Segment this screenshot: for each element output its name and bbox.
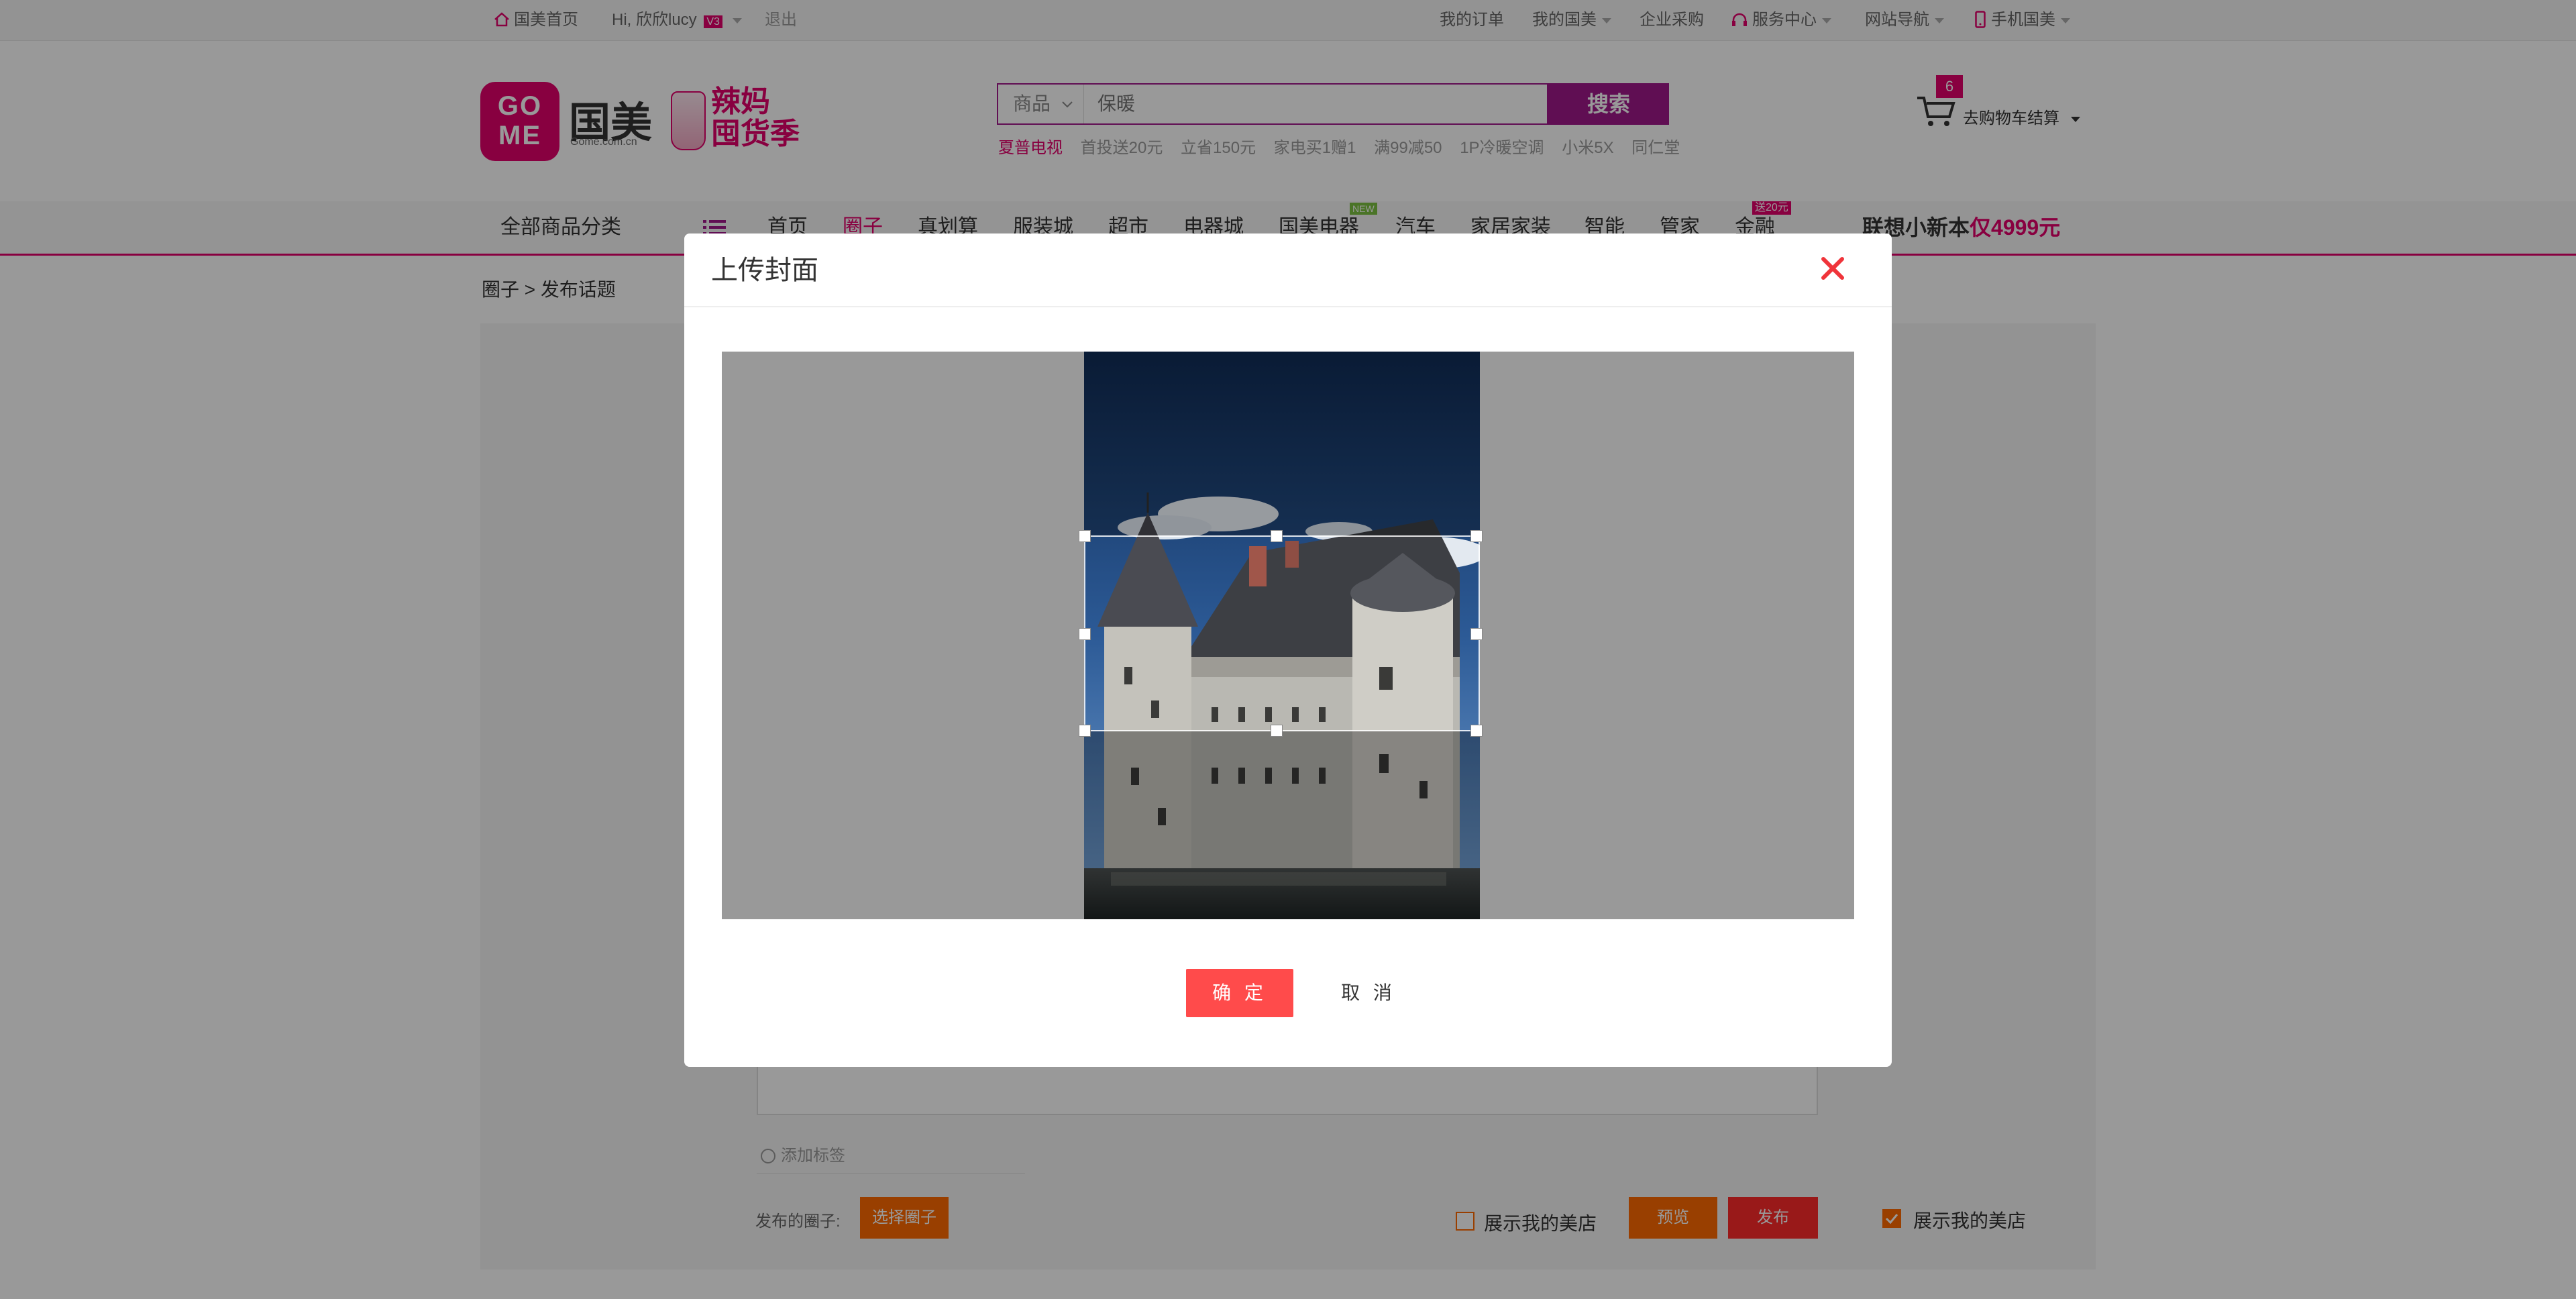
crop-handle-nw[interactable]: [1079, 530, 1091, 542]
crop-handle-n[interactable]: [1271, 530, 1283, 542]
cancel-button[interactable]: 取 消: [1315, 969, 1422, 1017]
crop-handle-e[interactable]: [1470, 628, 1483, 640]
crop-handle-sw[interactable]: [1079, 725, 1091, 737]
confirm-button[interactable]: 确 定: [1186, 969, 1293, 1017]
close-icon[interactable]: [1817, 252, 1849, 284]
crop-handle-w[interactable]: [1079, 628, 1091, 640]
crop-handle-se[interactable]: [1470, 725, 1483, 737]
modal-divider: [684, 306, 1892, 307]
crop-selection-box[interactable]: [1079, 530, 1483, 737]
modal-title: 上传封面: [711, 256, 818, 285]
crop-handle-ne[interactable]: [1470, 530, 1483, 542]
crop-handle-s[interactable]: [1271, 725, 1283, 737]
